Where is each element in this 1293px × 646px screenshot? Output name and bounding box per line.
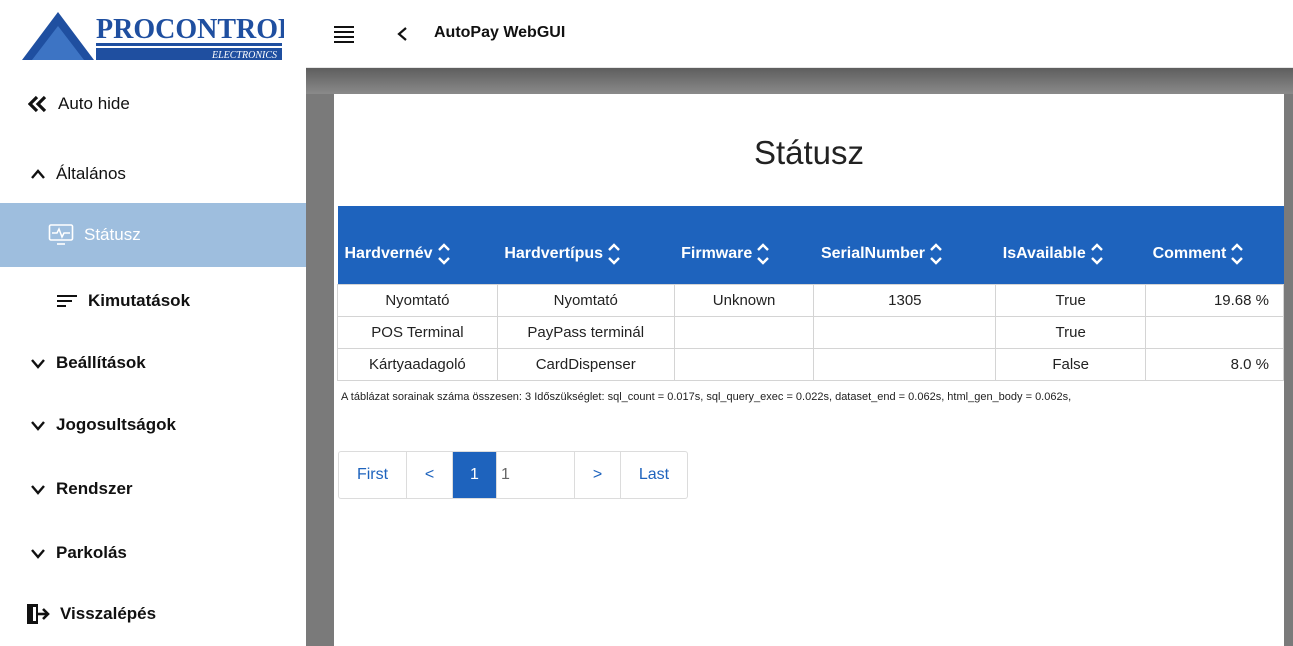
sidebar-item-label: Rendszer bbox=[56, 479, 133, 498]
table-row: Nyomtató Nyomtató Unknown 1305 True 19.6… bbox=[337, 283, 1284, 317]
svg-text:ELECTRONICS: ELECTRONICS bbox=[211, 50, 277, 61]
chevron-down-icon bbox=[30, 357, 46, 369]
column-header-hardvertipus[interactable]: Hardvertípus bbox=[497, 206, 675, 284]
sort-icon[interactable] bbox=[756, 240, 770, 268]
sidebar-item-label: Visszalépés bbox=[60, 604, 157, 623]
chevron-down-icon bbox=[30, 419, 46, 431]
sort-icon[interactable] bbox=[1090, 240, 1104, 268]
sidebar-item-label: Általános bbox=[56, 164, 126, 183]
table-header-row: Hardvernév Hardvertípus Firmware SerialN… bbox=[337, 206, 1284, 284]
sidebar-item-statusz[interactable]: Státusz bbox=[0, 203, 306, 267]
procontrol-logo: PROCONTROL ELECTRONICS bbox=[22, 10, 297, 62]
table-cell bbox=[673, 347, 815, 381]
table-cell bbox=[813, 315, 997, 349]
exit-door-icon bbox=[26, 603, 50, 625]
table-cell: True bbox=[995, 283, 1147, 317]
double-chevron-left-icon bbox=[28, 95, 48, 113]
list-lines-icon bbox=[56, 293, 78, 309]
table-cell: Nyomtató bbox=[337, 283, 498, 317]
table-row: Kártyaadagoló CardDispenser False 8.0 % bbox=[337, 347, 1284, 381]
table-cell: 8.0 % bbox=[1145, 347, 1284, 381]
top-bar: AutoPay WebGUI bbox=[306, 0, 1293, 68]
table-cell: POS Terminal bbox=[337, 315, 498, 349]
table-cell: Kártyaadagoló bbox=[337, 347, 498, 381]
table-cell: Unknown bbox=[673, 283, 815, 317]
table-cell bbox=[1145, 315, 1284, 349]
page-number-input[interactable]: 1 bbox=[497, 452, 575, 498]
sidebar-item-parkolas[interactable]: Parkolás bbox=[0, 537, 306, 569]
table-row: POS Terminal PayPass terminál True bbox=[337, 315, 1284, 349]
table-cell: 1305 bbox=[813, 283, 997, 317]
table-cell: False bbox=[995, 347, 1147, 381]
chevron-up-icon bbox=[30, 168, 46, 180]
sidebar-item-beallitasok[interactable]: Beállítások bbox=[0, 347, 306, 379]
pagination: First < 1 1 > Last bbox=[338, 451, 688, 499]
app-title: AutoPay WebGUI bbox=[434, 24, 566, 41]
sidebar-item-label: Jogosultságok bbox=[56, 415, 176, 434]
chevron-down-icon bbox=[30, 483, 46, 495]
sidebar-item-kimutatasok[interactable]: Kimutatások bbox=[0, 285, 306, 317]
table-summary: A táblázat sorainak száma összesen: 3 Id… bbox=[341, 391, 1072, 403]
sidebar-item-visszalepes[interactable]: Visszalépés bbox=[0, 598, 306, 630]
next-page-button[interactable]: > bbox=[575, 452, 621, 498]
sidebar-item-label: Státusz bbox=[84, 225, 141, 244]
sidebar-item-label: Kimutatások bbox=[88, 291, 191, 310]
last-page-button[interactable]: Last bbox=[621, 452, 687, 498]
column-header-comment[interactable]: Comment bbox=[1145, 206, 1284, 284]
first-page-button[interactable]: First bbox=[339, 452, 407, 498]
sort-icon[interactable] bbox=[929, 240, 943, 268]
sidebar-item-label: Parkolás bbox=[56, 543, 127, 562]
table-cell: Nyomtató bbox=[496, 283, 675, 317]
sort-icon[interactable] bbox=[607, 240, 621, 268]
status-panel: Státusz Hardvernév Hardvertípus Firmware… bbox=[334, 94, 1284, 646]
table-cell: PayPass terminál bbox=[496, 315, 675, 349]
table-cell bbox=[673, 315, 815, 349]
sidebar-item-label: Auto hide bbox=[58, 94, 130, 113]
hamburger-menu-icon[interactable] bbox=[334, 25, 354, 43]
chevron-down-icon bbox=[30, 547, 46, 559]
page-title: Státusz bbox=[753, 134, 865, 171]
column-header-hardvernev[interactable]: Hardvernév bbox=[337, 206, 498, 284]
sidebar-item-jogosultsagok[interactable]: Jogosultságok bbox=[0, 409, 306, 441]
column-header-serialnumber[interactable]: SerialNumber bbox=[813, 206, 996, 284]
table-cell: CardDispenser bbox=[496, 347, 675, 381]
sidebar-item-label: Beállítások bbox=[56, 353, 146, 372]
table-cell: 19.68 % bbox=[1145, 283, 1284, 317]
table-cell bbox=[813, 347, 997, 381]
current-page-button[interactable]: 1 bbox=[453, 452, 497, 498]
sidebar: PROCONTROL ELECTRONICS Auto hide Általán… bbox=[0, 0, 306, 646]
sidebar-item-rendszer[interactable]: Rendszer bbox=[0, 473, 306, 505]
sidebar-item-auto-hide[interactable]: Auto hide bbox=[0, 88, 306, 120]
sort-icon[interactable] bbox=[1230, 240, 1244, 268]
svg-text:PROCONTROL: PROCONTROL bbox=[96, 14, 284, 45]
column-header-firmware[interactable]: Firmware bbox=[674, 206, 814, 284]
status-table: Hardvernév Hardvertípus Firmware SerialN… bbox=[337, 206, 1284, 381]
column-header-isavailable[interactable]: IsAvailable bbox=[995, 206, 1146, 284]
table-cell: True bbox=[995, 315, 1147, 349]
back-chevron-icon[interactable] bbox=[396, 23, 408, 45]
sort-icon[interactable] bbox=[437, 240, 451, 268]
monitor-pulse-icon bbox=[48, 223, 74, 247]
prev-page-button[interactable]: < bbox=[407, 452, 453, 498]
sidebar-item-altalanos[interactable]: Általános bbox=[0, 158, 306, 190]
